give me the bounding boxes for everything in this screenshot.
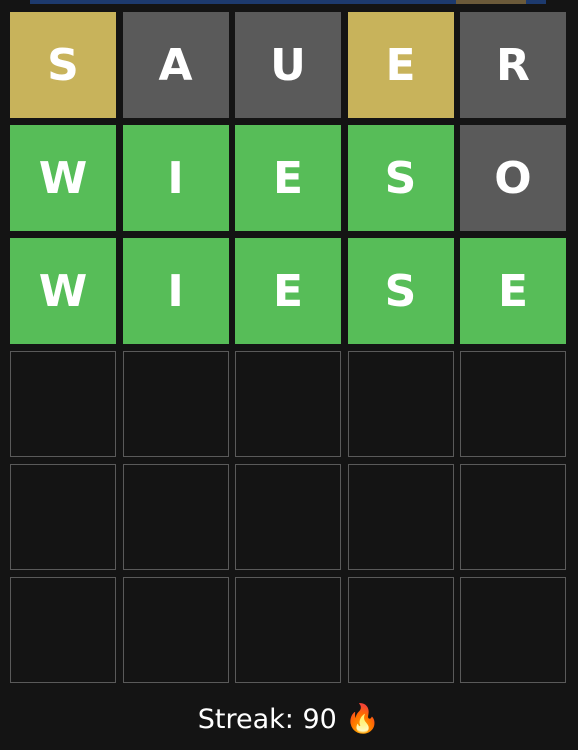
empty-tile: [460, 577, 566, 683]
empty-tile: [122, 464, 229, 570]
empty-tile: [235, 351, 341, 457]
empty-tile: [347, 464, 454, 570]
letter-tile: E: [460, 238, 566, 344]
letter-tile: U: [235, 12, 341, 118]
empty-tile: [10, 464, 116, 570]
letter-tile: R: [460, 12, 566, 118]
letter-tile: I: [122, 125, 229, 231]
letter-tile: O: [460, 125, 566, 231]
fire-icon: 🔥: [345, 702, 381, 735]
empty-tile: [122, 351, 229, 457]
letter-tile: E: [347, 12, 454, 118]
streak-display: Streak: 90 🔥: [0, 702, 578, 735]
letter-tile: W: [10, 238, 116, 344]
empty-tile: [460, 464, 566, 570]
empty-tile: [460, 351, 566, 457]
letter-tile: E: [235, 125, 341, 231]
letter-tile: S: [347, 238, 454, 344]
empty-tile: [235, 464, 341, 570]
letter-tile: S: [10, 12, 116, 118]
empty-tile: [235, 577, 341, 683]
top-banner: [30, 0, 546, 4]
empty-tile: [347, 577, 454, 683]
empty-tile: [10, 577, 116, 683]
banner-thumbnail: [456, 0, 526, 4]
letter-tile: I: [122, 238, 229, 344]
game-board: SAUERWIESOWIESE: [10, 12, 566, 683]
empty-tile: [122, 577, 229, 683]
streak-label: Streak: 90: [197, 704, 337, 735]
letter-tile: S: [347, 125, 454, 231]
letter-tile: W: [10, 125, 116, 231]
letter-tile: A: [122, 12, 229, 118]
empty-tile: [347, 351, 454, 457]
letter-tile: E: [235, 238, 341, 344]
empty-tile: [10, 351, 116, 457]
